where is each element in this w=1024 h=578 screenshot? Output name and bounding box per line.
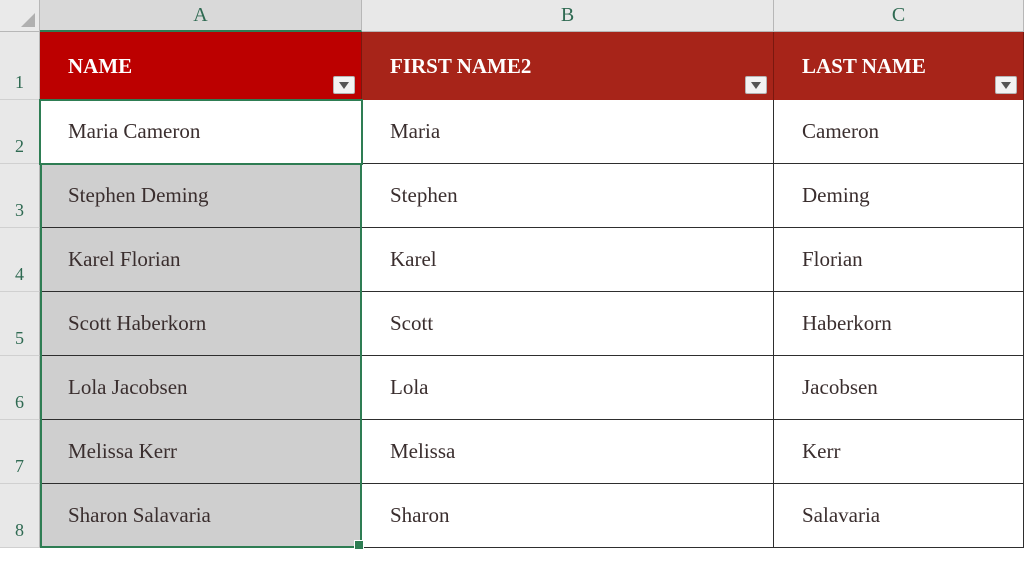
cell-name[interactable]: Maria Cameron	[40, 100, 362, 164]
cell-name[interactable]: Stephen Deming	[40, 164, 362, 228]
filter-button[interactable]	[333, 76, 355, 94]
cell-firstname[interactable]: Melissa	[362, 420, 774, 484]
row-header[interactable]: 1	[0, 32, 40, 100]
cell-name[interactable]: Sharon Salavaria	[40, 484, 362, 548]
cell-name[interactable]: Karel Florian	[40, 228, 362, 292]
cell-name[interactable]: Scott Haberkorn	[40, 292, 362, 356]
column-headers-row: A B C	[0, 0, 1024, 32]
spreadsheet-grid: A B C 1 NAME FIRST NAME2 LAST NAME 2Mari…	[0, 0, 1024, 548]
row-header[interactable]: 7	[0, 420, 40, 484]
cell-firstname[interactable]: Stephen	[362, 164, 774, 228]
header-label: LAST NAME	[802, 54, 926, 79]
cell-name[interactable]: Lola Jacobsen	[40, 356, 362, 420]
cell-lastname[interactable]: Deming	[774, 164, 1024, 228]
table-row: 4Karel FlorianKarelFlorian	[0, 228, 1024, 292]
row-header[interactable]: 2	[0, 100, 40, 164]
cell-lastname[interactable]: Jacobsen	[774, 356, 1024, 420]
table-row: 8Sharon SalavariaSharonSalavaria	[0, 484, 1024, 548]
header-label: NAME	[68, 54, 132, 79]
chevron-down-icon	[1001, 82, 1011, 89]
table-row: 7Melissa KerrMelissaKerr	[0, 420, 1024, 484]
column-header-A[interactable]: A	[40, 0, 362, 32]
table-header-name[interactable]: NAME	[40, 32, 362, 100]
column-header-C[interactable]: C	[774, 0, 1024, 32]
filter-button[interactable]	[745, 76, 767, 94]
cell-firstname[interactable]: Lola	[362, 356, 774, 420]
cell-firstname[interactable]: Scott	[362, 292, 774, 356]
chevron-down-icon	[751, 82, 761, 89]
row-header[interactable]: 4	[0, 228, 40, 292]
header-label: FIRST NAME2	[390, 54, 531, 79]
table-row: 3Stephen DemingStephenDeming	[0, 164, 1024, 228]
row-number: 1	[15, 72, 24, 93]
row-header[interactable]: 8	[0, 484, 40, 548]
cell-firstname[interactable]: Karel	[362, 228, 774, 292]
table-header-row: 1 NAME FIRST NAME2 LAST NAME	[0, 32, 1024, 100]
table-row: 6Lola JacobsenLolaJacobsen	[0, 356, 1024, 420]
cell-name[interactable]: Melissa Kerr	[40, 420, 362, 484]
column-letter: B	[561, 4, 574, 27]
column-headers: A B C	[40, 0, 1024, 32]
table-header-firstname[interactable]: FIRST NAME2	[362, 32, 774, 100]
cell-lastname[interactable]: Kerr	[774, 420, 1024, 484]
cell-firstname[interactable]: Maria	[362, 100, 774, 164]
cell-firstname[interactable]: Sharon	[362, 484, 774, 548]
table-row: 2Maria CameronMariaCameron	[0, 100, 1024, 164]
column-letter: C	[892, 4, 905, 27]
chevron-down-icon	[339, 82, 349, 89]
cell-lastname[interactable]: Haberkorn	[774, 292, 1024, 356]
select-all-corner[interactable]	[0, 0, 40, 32]
cell-lastname[interactable]: Salavaria	[774, 484, 1024, 548]
row-header[interactable]: 6	[0, 356, 40, 420]
table-row: 5Scott HaberkornScottHaberkorn	[0, 292, 1024, 356]
filter-button[interactable]	[995, 76, 1017, 94]
row-header[interactable]: 5	[0, 292, 40, 356]
column-header-B[interactable]: B	[362, 0, 774, 32]
table-header-lastname[interactable]: LAST NAME	[774, 32, 1024, 100]
row-header[interactable]: 3	[0, 164, 40, 228]
cell-lastname[interactable]: Cameron	[774, 100, 1024, 164]
cell-lastname[interactable]: Florian	[774, 228, 1024, 292]
column-letter: A	[193, 4, 207, 27]
